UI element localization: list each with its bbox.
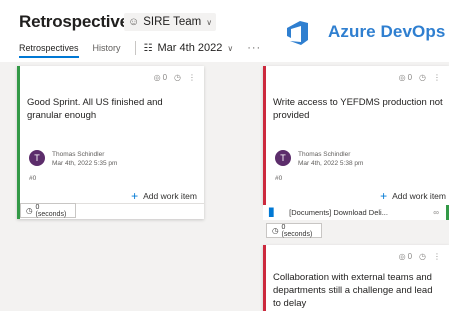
card-timestamp: Mar 4th, 2022 5:38 pm [298,160,364,167]
retro-board: ◎ 0 ◷ ⋮ Good Sprint. All US finished and… [0,62,449,311]
team-icon: ☺ [128,16,140,28]
card-id: #0 [275,175,283,182]
feedback-card: ◎ 0 ◷ ⋮ Good Sprint. All US finished and… [17,66,204,219]
add-work-item-label: Add work item [143,191,197,201]
timer-icon[interactable]: ◷ [419,73,426,82]
card-timestamp: Mar 4th, 2022 5:35 pm [52,160,118,167]
card-id: #0 [29,175,37,182]
more-vertical-icon[interactable]: ⋮ [188,73,196,82]
clock-icon: ◷ [272,226,279,235]
timer-icon[interactable]: ◷ [174,73,181,82]
card-toolbar: ◎ 0 ◷ ⋮ [147,73,196,82]
page-title: Retrospectives [19,12,139,31]
card-author: Thomas Schindler Mar 4th, 2022 5:35 pm [52,151,117,167]
timer-icon[interactable]: ◷ [419,252,426,261]
feedback-card: ◎ 0 ◷ ⋮ Collaboration with external team… [263,245,449,311]
card-text[interactable]: Good Sprint. All US finished and granula… [27,96,187,122]
calendar-icon: ☷ [143,42,153,54]
author-name: Thomas Schindler [52,151,105,158]
add-work-item-button[interactable]: + Add work item [131,189,197,203]
card-text[interactable]: Write access to YEFDMS production not pr… [273,96,445,122]
vote-icon[interactable]: ◎ [154,73,161,82]
tab-bar: Retrospectives History ☷ Mar 4th 2022 ∨ … [19,41,261,58]
card-toolbar: ◎ 0 ◷ ⋮ [392,73,441,82]
board-date: Mar 4th 2022 [157,42,223,54]
linked-work-item[interactable]: ▊ [Documents] Download Deli... ∞ [263,205,449,220]
avatar: T [275,150,291,166]
more-vertical-icon[interactable]: ⋮ [433,252,441,261]
brand-logo: Azure DevOps [283,18,445,46]
author-name: Thomas Schindler [298,151,351,158]
vote-count: 0 [407,73,413,82]
timer-value: 0 (seconds) [35,203,67,218]
timer-value: 0 (seconds) [281,223,313,238]
vote-count: 0 [162,73,168,82]
link-icon[interactable]: ∞ [433,208,439,217]
tab-history[interactable]: History [93,43,121,58]
plus-icon: + [380,189,388,203]
card-category-stripe [263,245,266,311]
vote-icon[interactable]: ◎ [399,252,406,261]
more-vertical-icon[interactable]: ⋮ [433,73,441,82]
add-work-item-label: Add work item [392,191,446,201]
avatar: T [29,150,45,166]
vote-icon[interactable]: ◎ [399,73,406,82]
tab-divider [134,41,136,55]
tab-retrospectives[interactable]: Retrospectives [19,43,79,58]
board-date-picker[interactable]: ☷ Mar 4th 2022 ∨ [144,42,234,54]
vote-count: 0 [407,252,413,261]
clock-icon: ◷ [26,206,33,215]
page-header: Retrospectives ☺ SIRE Team ∨ Azure DevOp… [0,0,449,62]
feedback-card: ◎ 0 ◷ ⋮ Write access to YEFDMS productio… [263,66,449,205]
card-category-stripe [17,66,20,219]
chevron-down-icon: ∨ [227,43,234,53]
card-category-stripe [263,66,266,205]
brand-name: Azure DevOps [328,22,446,41]
card-text[interactable]: Collaboration with external teams and de… [273,271,443,310]
card-author: Thomas Schindler Mar 4th, 2022 5:38 pm [298,151,363,167]
plus-icon: + [131,189,139,203]
card-toolbar: ◎ 0 ◷ ⋮ [392,252,441,261]
linked-work-item-title: [Documents] Download Deli... [289,208,388,217]
timer-pill[interactable]: ◷ 0 (seconds) [266,223,322,238]
team-picker[interactable]: ☺ SIRE Team ∨ [124,13,217,31]
azure-devops-icon [287,21,308,45]
chevron-down-icon: ∨ [206,17,213,27]
add-work-item-button[interactable]: + Add work item [380,189,446,203]
timer-pill[interactable]: ◷ 0 (seconds) [20,203,76,218]
more-options-icon[interactable]: ··· [247,42,261,54]
book-icon: ▊ [269,208,276,217]
team-name: SIRE Team [143,16,202,28]
